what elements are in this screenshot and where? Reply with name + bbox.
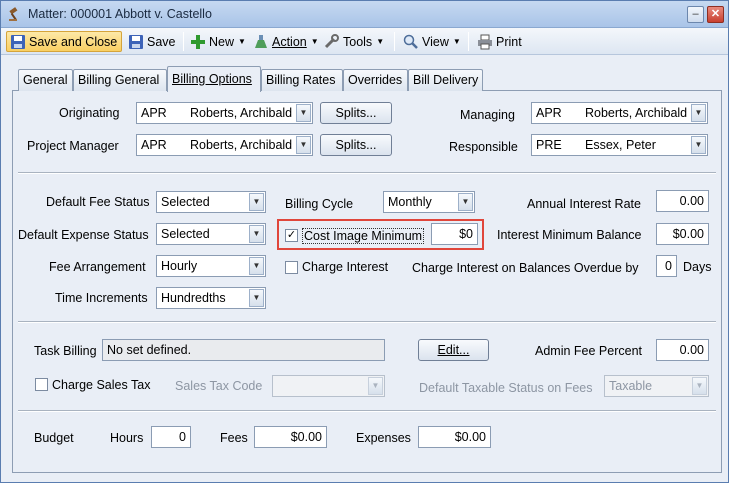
charge-interest-overdue-label: Charge Interest on Balances Overdue by: [412, 261, 639, 275]
wrench-icon: [324, 33, 339, 48]
save-button[interactable]: Save: [125, 31, 180, 52]
task-billing-label: Task Billing: [34, 344, 97, 358]
annual-interest-rate-label: Annual Interest Rate: [527, 197, 641, 211]
managing-label: Managing: [460, 108, 515, 122]
chevron-down-icon[interactable]: ▼: [458, 193, 473, 211]
print-button[interactable]: Print: [474, 31, 526, 52]
default-expense-status-label: Default Expense Status: [18, 228, 149, 242]
tab-overrides[interactable]: Overrides: [343, 69, 408, 91]
task-billing-field: No set defined.: [102, 339, 385, 361]
originating-label: Originating: [59, 106, 120, 120]
interest-minimum-balance-label: Interest Minimum Balance: [497, 228, 642, 242]
days-label: Days: [683, 260, 712, 274]
new-menu-button[interactable]: New ▼: [187, 31, 250, 52]
annual-interest-rate-field[interactable]: 0.00: [656, 190, 709, 212]
tab-bill-delivery[interactable]: Bill Delivery: [408, 69, 483, 91]
interest-minimum-balance-field[interactable]: $0.00: [656, 223, 709, 245]
admin-fee-percent-label: Admin Fee Percent: [535, 344, 642, 358]
title-bar: Matter: 000001 Abbott v. Castello – ✕: [1, 1, 728, 28]
printer-icon: [478, 34, 492, 49]
cost-image-minimum-label: Cost Image Minimum: [302, 228, 425, 244]
time-increments-label: Time Increments: [55, 291, 148, 305]
chevron-down-icon[interactable]: ▼: [692, 377, 707, 395]
flask-icon: [255, 34, 267, 48]
toolbar-separator: [183, 32, 184, 51]
billing-cycle-combo[interactable]: Monthly ▼: [383, 191, 475, 213]
charge-interest-label: Charge Interest: [302, 260, 389, 274]
project-manager-label: Project Manager: [27, 139, 119, 153]
window-title: Matter: 000001 Abbott v. Castello: [28, 7, 212, 21]
chevron-down-icon[interactable]: ▼: [691, 104, 706, 122]
managing-combo[interactable]: APR Roberts, Archibald ▼: [531, 102, 708, 124]
default-taxable-status-label: Default Taxable Status on Fees: [419, 381, 593, 395]
responsible-label: Responsible: [449, 140, 518, 154]
chevron-down-icon[interactable]: ▼: [368, 377, 383, 395]
section-divider: [18, 321, 716, 323]
budget-fees-field[interactable]: $0.00: [254, 426, 327, 448]
budget-expenses-field[interactable]: $0.00: [418, 426, 491, 448]
save-and-close-button[interactable]: Save and Close: [6, 31, 123, 52]
time-increments-combo[interactable]: Hundredths ▼: [156, 287, 266, 309]
originating-splits-button[interactable]: Splits...: [320, 102, 392, 124]
project-manager-splits-button[interactable]: Splits...: [320, 134, 392, 156]
cost-image-minimum-field[interactable]: $0: [431, 223, 478, 245]
close-window-button[interactable]: ✕: [707, 6, 724, 23]
dropdown-arrow-icon: ▼: [376, 37, 385, 46]
chevron-down-icon[interactable]: ▼: [296, 136, 311, 154]
originating-combo[interactable]: APR Roberts, Archibald ▼: [136, 102, 313, 124]
default-fee-status-label: Default Fee Status: [46, 195, 150, 209]
edit-task-billing-button[interactable]: Edit...: [418, 339, 489, 361]
plus-icon: [191, 34, 205, 49]
charge-sales-tax-label: Charge Sales Tax: [52, 378, 151, 392]
tab-billing-rates[interactable]: Billing Rates: [261, 69, 343, 91]
budget-hours-field[interactable]: 0: [151, 426, 191, 448]
overdue-days-field[interactable]: 0: [656, 255, 677, 277]
default-fee-status-combo[interactable]: Selected ▼: [156, 191, 266, 213]
charge-sales-tax-checkbox[interactable]: [35, 378, 48, 391]
dropdown-arrow-icon: ▼: [310, 37, 319, 46]
dropdown-arrow-icon: ▼: [238, 37, 246, 46]
action-menu-button[interactable]: Action ▼: [250, 31, 323, 52]
section-divider: [18, 172, 716, 174]
toolbar-separator: [394, 32, 395, 51]
billing-cycle-label: Billing Cycle: [285, 197, 354, 211]
matter-window: Matter: 000001 Abbott v. Castello – ✕ Sa…: [0, 0, 729, 483]
project-manager-combo[interactable]: APR Roberts, Archibald ▼: [136, 134, 313, 156]
toolbar-separator: [468, 32, 469, 51]
fee-arrangement-label: Fee Arrangement: [49, 260, 146, 274]
tab-billing-options[interactable]: Billing Options: [167, 66, 261, 92]
tab-general[interactable]: General: [18, 69, 73, 91]
floppy-disk-icon: [11, 34, 25, 49]
toolbar: Save and Close Save New ▼ Action ▼ Tools…: [1, 28, 728, 55]
floppy-disk-icon: [129, 34, 143, 49]
chevron-down-icon[interactable]: ▼: [691, 136, 706, 154]
sales-tax-code-combo[interactable]: ▼: [272, 375, 385, 397]
chevron-down-icon[interactable]: ▼: [249, 257, 264, 275]
fee-arrangement-combo[interactable]: Hourly ▼: [156, 255, 266, 277]
dropdown-arrow-icon: ▼: [452, 37, 461, 46]
admin-fee-percent-field[interactable]: 0.00: [656, 339, 709, 361]
chevron-down-icon[interactable]: ▼: [296, 104, 311, 122]
default-taxable-status-combo[interactable]: Taxable ▼: [604, 375, 709, 397]
responsible-combo[interactable]: PRE Essex, Peter ▼: [531, 134, 708, 156]
tab-billing-general[interactable]: Billing General: [73, 69, 167, 91]
default-expense-status-combo[interactable]: Selected ▼: [156, 223, 266, 245]
tools-menu-button[interactable]: Tools ▼: [321, 31, 388, 52]
fees-label: Fees: [220, 431, 248, 445]
view-menu-button[interactable]: View ▼: [400, 31, 465, 52]
expenses-label: Expenses: [356, 431, 411, 445]
charge-interest-checkbox[interactable]: [285, 261, 298, 274]
chevron-down-icon[interactable]: ▼: [249, 193, 264, 211]
chevron-down-icon[interactable]: ▼: [249, 225, 264, 243]
cost-image-minimum-checkbox[interactable]: ✓: [285, 229, 298, 242]
section-divider: [18, 410, 716, 412]
gavel-icon: [9, 7, 18, 21]
sales-tax-code-label: Sales Tax Code: [175, 379, 263, 393]
hours-label: Hours: [110, 431, 144, 445]
minimize-button[interactable]: –: [687, 6, 704, 23]
magnifier-icon: [403, 34, 418, 49]
budget-label: Budget: [34, 431, 74, 445]
chevron-down-icon[interactable]: ▼: [249, 289, 264, 307]
